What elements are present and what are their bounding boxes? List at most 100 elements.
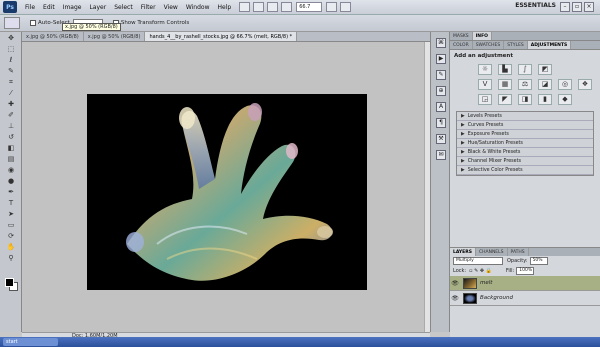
preset-item[interactable]: ▶ Channel Mixer Presets	[457, 157, 593, 166]
canvas-area[interactable]	[22, 42, 430, 332]
menu-view[interactable]: View	[160, 4, 182, 11]
tab-layers[interactable]: LAYERS	[450, 248, 476, 256]
zoom-tool-icon[interactable]: ⚲	[4, 254, 18, 263]
layer-row[interactable]: 👁 Background	[450, 291, 600, 306]
opacity-field[interactable]: 50%	[529, 257, 548, 265]
3d-rotate-icon[interactable]: ⟳	[4, 232, 18, 241]
hand-icon[interactable]	[267, 2, 279, 12]
threshold-icon[interactable]: ◨	[518, 94, 532, 105]
brush-tool-icon[interactable]: ✐	[4, 111, 18, 120]
screen-mode-icon[interactable]	[340, 2, 352, 12]
preset-item[interactable]: ▶ Curves Presets	[457, 121, 593, 130]
menu-select[interactable]: Select	[110, 4, 137, 11]
channel-mixer-icon[interactable]: ❖	[578, 79, 592, 90]
hue-sat-icon[interactable]: ▦	[498, 79, 512, 90]
bw-icon[interactable]: ◪	[538, 79, 552, 90]
preset-item[interactable]: ▶ Exposure Presets	[457, 130, 593, 139]
workspace-switcher[interactable]: ESSENTIALS	[515, 2, 556, 9]
marquee-tool-icon[interactable]: ⬚	[4, 45, 18, 54]
doc-tab[interactable]: x.jpg @ 50% (RGB/8)	[22, 32, 84, 41]
color-balance-icon[interactable]: ⚖	[518, 79, 532, 90]
vibrance-icon[interactable]: V	[478, 79, 492, 90]
shape-tool-icon[interactable]: ▭	[4, 221, 18, 230]
doc-tab-active[interactable]: hands_4__by_rashell_stocks.jpg @ 66.7% (…	[145, 32, 298, 41]
pen-tool-icon[interactable]: ✒	[4, 188, 18, 197]
doc-tab[interactable]: x.jpg @ 50% (RGB/8)	[84, 32, 146, 41]
exposure-icon[interactable]: ◩	[538, 64, 552, 75]
show-transform-label: Show Transform Controls	[120, 20, 190, 26]
lasso-tool-icon[interactable]: ℓ	[4, 56, 18, 65]
path-select-icon[interactable]: ➤	[4, 210, 18, 219]
posterize-icon[interactable]: ◤	[498, 94, 512, 105]
layer-thumbnail	[463, 277, 477, 289]
tab-info[interactable]: INFO	[472, 32, 492, 40]
move-tool-preset-icon[interactable]	[4, 17, 20, 29]
clone-stamp-icon[interactable]: ⊥	[4, 122, 18, 131]
zoom-level-field[interactable]: 66.7	[296, 2, 323, 12]
paragraph-panel-icon[interactable]: ¶	[436, 118, 446, 128]
tab-adjustments[interactable]: ADJUSTMENTS	[527, 41, 572, 49]
menu-layer[interactable]: Layer	[85, 4, 110, 11]
visibility-eye-icon[interactable]: 👁	[450, 295, 460, 302]
tab-swatches[interactable]: SWATCHES	[473, 41, 505, 49]
menu-file[interactable]: File	[21, 4, 39, 11]
history-brush-icon[interactable]: ↺	[4, 133, 18, 142]
visibility-eye-icon[interactable]: 👁	[450, 280, 460, 287]
blur-tool-icon[interactable]: ◉	[4, 166, 18, 175]
zoom-icon[interactable]	[281, 2, 293, 12]
curves-icon[interactable]: ∫	[518, 64, 532, 75]
tab-paths[interactable]: PATHS	[508, 248, 529, 256]
character-panel-icon[interactable]: A	[436, 102, 446, 112]
preset-item[interactable]: ▶ Hue/Saturation Presets	[457, 139, 593, 148]
dodge-tool-icon[interactable]: ●	[4, 177, 18, 186]
actions-panel-icon[interactable]: ▶	[436, 54, 446, 64]
tab-masks[interactable]: MASKS	[450, 32, 473, 40]
menu-filter[interactable]: Filter	[137, 4, 160, 11]
history-panel-icon[interactable]: ⌘	[436, 38, 446, 48]
fill-field[interactable]: 100%	[516, 267, 535, 275]
eyedropper-tool-icon[interactable]: ⁄	[4, 89, 18, 98]
arrange-documents-icon[interactable]	[326, 2, 338, 12]
tab-channels[interactable]: CHANNELS	[476, 248, 508, 256]
menu-window[interactable]: Window	[182, 4, 214, 11]
gradient-tool-icon[interactable]: ▤	[4, 155, 18, 164]
crop-tool-icon[interactable]: ⌗	[4, 78, 18, 87]
hand-tool-icon[interactable]: ✋	[4, 243, 18, 252]
invert-icon[interactable]: ◲	[478, 94, 492, 105]
tool-presets-icon[interactable]: ⚒	[436, 134, 446, 144]
bridge-icon[interactable]	[239, 2, 251, 12]
photo-filter-icon[interactable]: ◎	[558, 79, 572, 90]
eraser-tool-icon[interactable]: ◧	[4, 144, 18, 153]
menu-image[interactable]: Image	[59, 4, 86, 11]
brushes-panel-icon[interactable]: ✎	[436, 70, 446, 80]
taskbar-button[interactable]: start	[3, 338, 58, 346]
auto-select-checkbox[interactable]	[30, 20, 36, 26]
foreground-color-swatch[interactable]	[5, 278, 14, 287]
gradient-map-icon[interactable]: ▮	[538, 94, 552, 105]
levels-icon[interactable]: ▙	[498, 64, 512, 75]
document-image[interactable]	[87, 94, 367, 290]
menu-edit[interactable]: Edit	[39, 4, 59, 11]
brightness-icon[interactable]: ☼	[478, 64, 492, 75]
tab-styles[interactable]: STYLES	[504, 41, 528, 49]
lock-icons[interactable]: ▫ ✎ ✥ 🔒	[469, 268, 492, 274]
layer-name: Background	[480, 295, 513, 301]
healing-brush-icon[interactable]: ✚	[4, 100, 18, 109]
type-tool-icon[interactable]: T	[4, 199, 18, 208]
selective-color-icon[interactable]: ◆	[558, 94, 572, 105]
clone-source-icon[interactable]: ⊕	[436, 86, 446, 96]
tab-color[interactable]: COLOR	[450, 41, 473, 49]
menu-help[interactable]: Help	[214, 4, 236, 11]
blend-mode-select[interactable]: Multiply	[453, 257, 503, 265]
preset-item[interactable]: ▶ Levels Presets	[457, 112, 593, 121]
preset-item[interactable]: ▶ Black & White Presets	[457, 148, 593, 157]
notes-panel-icon[interactable]: ✉	[436, 150, 446, 160]
quick-select-tool-icon[interactable]: ✎	[4, 67, 18, 76]
minimize-icon[interactable]: –	[560, 2, 570, 12]
layer-row[interactable]: 👁 melt	[450, 276, 600, 291]
restore-icon[interactable]: ▫	[572, 2, 582, 12]
mini-bridge-icon[interactable]	[253, 2, 265, 12]
close-icon[interactable]: ×	[584, 2, 594, 12]
preset-item[interactable]: ▶ Selective Color Presets	[457, 166, 593, 175]
move-tool-icon[interactable]: ✥	[4, 34, 18, 43]
